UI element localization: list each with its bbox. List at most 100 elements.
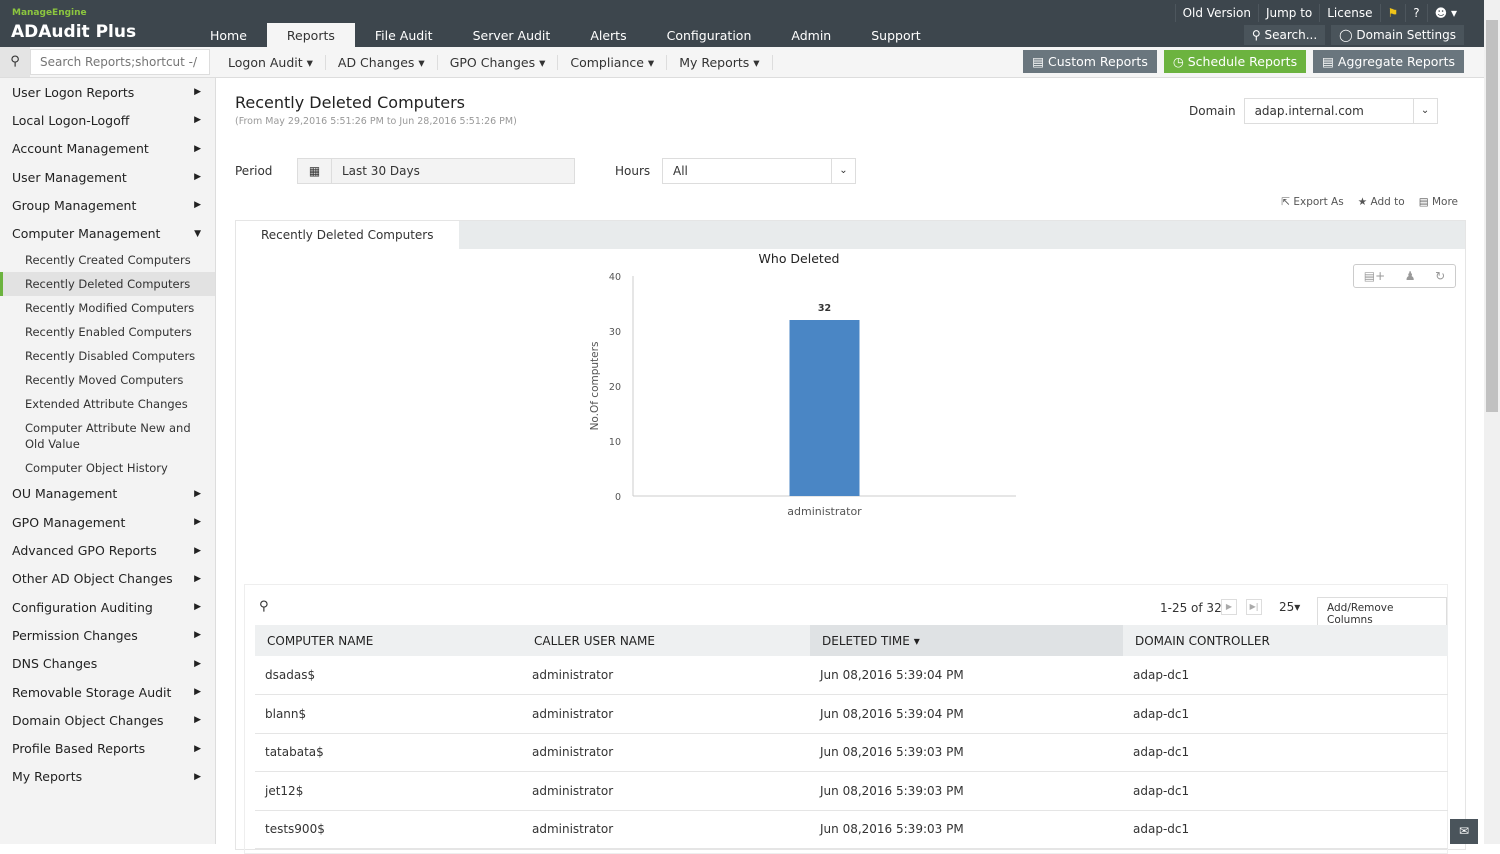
caret-right-icon: ▶ <box>194 200 201 211</box>
sidebar-subitem[interactable]: Recently Disabled Computers <box>0 344 215 368</box>
sidebar-item[interactable]: Domain Object Changes ▶ <box>0 706 215 734</box>
global-search-button[interactable]: ⚲ Search... <box>1243 25 1326 45</box>
table-cell: administrator <box>522 733 810 772</box>
bar[interactable] <box>789 320 860 496</box>
table-cell: Jun 08,2016 5:39:03 PM <box>810 733 1123 772</box>
period-select[interactable]: ▦ Last 30 Days <box>297 158 575 184</box>
last-page-button[interactable]: ▶| <box>1246 599 1262 615</box>
x-tick-label: administrator <box>787 505 862 518</box>
notification-icon[interactable]: ⚑ <box>1379 4 1406 22</box>
old-version-link[interactable]: Old Version <box>1174 4 1258 22</box>
tab-admin[interactable]: Admin <box>771 23 851 49</box>
more-button[interactable]: ▤ More <box>1419 196 1458 208</box>
scrollbar[interactable] <box>1484 0 1500 844</box>
export-as-button[interactable]: ⇱ Export As <box>1281 196 1344 208</box>
calendar-icon: ▦ <box>298 159 332 183</box>
search-icon: ⚲ <box>1251 28 1261 42</box>
page-title: Recently Deleted Computers <box>235 93 465 112</box>
table-row[interactable]: tatabata$ administrator Jun 08,2016 5:39:0… <box>255 733 1448 772</box>
tab-recently-deleted-computers[interactable]: Recently Deleted Computers <box>236 221 459 250</box>
column-deleted-time[interactable]: DELETED TIME ▾ <box>810 625 1123 656</box>
jump-to-link[interactable]: Jump to <box>1257 4 1319 22</box>
sidebar-subitem[interactable]: Computer Attribute New and Old Value <box>0 416 215 456</box>
table-row[interactable]: tests900$ administrator Jun 08,2016 5:39:0… <box>255 810 1448 849</box>
report-search-input[interactable] <box>30 49 210 75</box>
sidebar-item[interactable]: GPO Management ▶ <box>0 508 215 536</box>
sidebar-subitem[interactable]: Recently Enabled Computers <box>0 320 215 344</box>
table-cell: Jun 08,2016 5:39:04 PM <box>810 656 1123 695</box>
scrollbar-thumb[interactable] <box>1486 20 1498 412</box>
tab-file-audit[interactable]: File Audit <box>355 23 453 49</box>
sidebar-item[interactable]: My Reports ▶ <box>0 763 215 791</box>
sidebar-item[interactable]: Other AD Object Changes ▶ <box>0 565 215 593</box>
domain-settings-button[interactable]: ◯ Domain Settings <box>1331 25 1464 45</box>
sidebar-item[interactable]: Profile Based Reports ▶ <box>0 734 215 762</box>
sidebar-item[interactable]: DNS Changes ▶ <box>0 650 215 678</box>
tab-alerts[interactable]: Alerts <box>570 23 646 49</box>
column-domain-controller[interactable]: DOMAIN CONTROLLER <box>1123 625 1448 656</box>
table-row[interactable]: blann$ administrator Jun 08,2016 5:39:04 P… <box>255 694 1448 734</box>
license-link[interactable]: License <box>1319 4 1379 22</box>
menu-my-reports[interactable]: My Reports ▾ <box>667 54 773 70</box>
sidebar-item[interactable]: Removable Storage Audit ▶ <box>0 678 215 706</box>
aggregate-reports-button[interactable]: ▤ Aggregate Reports <box>1313 50 1464 73</box>
table-cell: blann$ <box>255 694 522 734</box>
menu-logon-audit[interactable]: Logon Audit ▾ <box>216 54 326 70</box>
menu-ad-changes[interactable]: AD Changes ▾ <box>326 54 438 70</box>
sidebar-item[interactable]: Computer Management ▼ <box>0 219 215 247</box>
user-icon[interactable]: ☻ ▾ <box>1426 4 1464 22</box>
custom-reports-button[interactable]: ▤ Custom Reports <box>1023 50 1157 73</box>
caret-right-icon: ▶ <box>194 658 201 669</box>
chevron-down-icon: ⌄ <box>831 159 855 183</box>
sidebar-subitem[interactable]: Recently Deleted Computers <box>0 271 215 296</box>
caret-right-icon: ▶ <box>194 602 201 613</box>
caret-right-icon: ▶ <box>194 687 201 697</box>
sidebar-subitem[interactable]: Computer Object History <box>0 456 215 480</box>
sidebar-item[interactable]: Account Management ▶ <box>0 135 215 163</box>
main-content: Recently Deleted Computers (From May 29,… <box>217 78 1484 854</box>
tab-reports[interactable]: Reports <box>266 23 355 49</box>
product-logo[interactable]: ADAudit Plus <box>11 22 136 42</box>
table-search-icon[interactable]: ⚲ <box>259 599 269 614</box>
page-size-select[interactable]: 25▾ <box>1279 600 1300 614</box>
column-computer-name[interactable]: COMPUTER NAME <box>255 625 522 656</box>
help-icon[interactable]: ? <box>1405 4 1426 22</box>
menu-compliance[interactable]: Compliance ▾ <box>558 54 668 70</box>
sidebar-item[interactable]: OU Management ▶ <box>0 480 215 508</box>
sidebar-subitem[interactable]: Recently Created Computers <box>0 248 215 272</box>
caret-right-icon: ▶ <box>194 630 201 641</box>
date-range: (From May 29,2016 5:51:26 PM to Jun 28,2… <box>235 116 517 127</box>
table-cell: tatabata$ <box>255 733 522 772</box>
tab-configuration[interactable]: Configuration <box>647 23 772 49</box>
column-caller-user-name[interactable]: CALLER USER NAME <box>522 625 810 656</box>
caret-right-icon: ▶ <box>194 771 201 782</box>
add-to-button[interactable]: ★ Add to <box>1358 196 1405 208</box>
sidebar-item[interactable]: Permission Changes ▶ <box>0 621 215 649</box>
sidebar-item[interactable]: Advanced GPO Reports ▶ <box>0 536 215 564</box>
next-page-button[interactable]: ▶ <box>1221 599 1237 615</box>
table-row[interactable]: jet12$ administrator Jun 08,2016 5:39:03 P… <box>255 771 1448 811</box>
tab-server-audit[interactable]: Server Audit <box>453 23 571 49</box>
table-cell: adap-dc1 <box>1123 694 1448 734</box>
domain-select[interactable]: adap.internal.com ⌄ <box>1243 98 1438 124</box>
sidebar-item[interactable]: User Logon Reports ▶ <box>0 78 215 106</box>
hours-label: Hours <box>615 164 651 178</box>
tab-support[interactable]: Support <box>851 23 940 49</box>
hours-select[interactable]: All ⌄ <box>662 158 856 184</box>
sidebar-item[interactable]: Local Logon-Logoff ▶ <box>0 106 215 134</box>
table-row[interactable]: dsadas$ administrator Jun 08,2016 5:39:04 … <box>255 656 1448 695</box>
period-label: Period <box>235 164 273 178</box>
sidebar-subitem[interactable]: Recently Moved Computers <box>0 368 215 392</box>
chat-icon[interactable]: ✉ <box>1450 819 1478 844</box>
caret-right-icon: ▶ <box>194 87 201 98</box>
tab-home[interactable]: Home <box>190 23 267 49</box>
sidebar-item[interactable]: User Management ▶ <box>0 163 215 191</box>
sidebar-item[interactable]: Group Management ▶ <box>0 191 215 219</box>
sidebar-subitem[interactable]: Recently Modified Computers <box>0 296 215 320</box>
schedule-reports-button[interactable]: ◷ Schedule Reports <box>1163 50 1307 73</box>
sidebar-item[interactable]: Configuration Auditing ▶ <box>0 593 215 621</box>
sidebar-subitem[interactable]: Extended Attribute Changes <box>0 392 215 416</box>
menu-gpo-changes[interactable]: GPO Changes ▾ <box>438 54 559 70</box>
caret-down-icon: ▼ <box>194 228 201 239</box>
search-icon[interactable]: ⚲ <box>0 47 30 77</box>
